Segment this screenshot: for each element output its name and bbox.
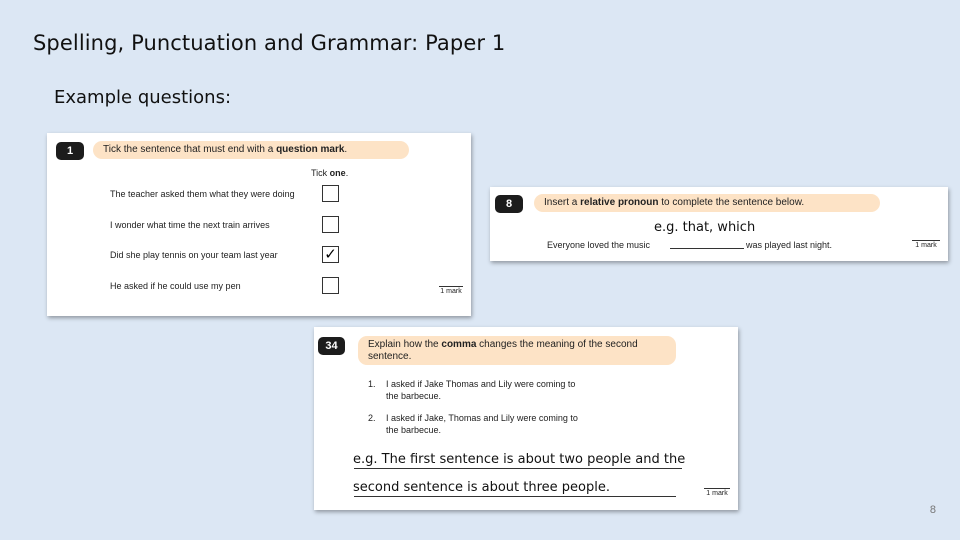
mark-label: 1 mark [704, 488, 730, 497]
tick-instruction-text: Tick [311, 168, 330, 178]
prompt-keyword: question mark [276, 144, 345, 155]
answer-text-line: e.g. The first sentence is about two peo… [353, 452, 686, 467]
option-checkbox[interactable] [322, 185, 339, 202]
prompt-keyword: relative pronoun [580, 197, 659, 208]
example-sentence-line: the barbecue. [386, 425, 442, 435]
mark-label: 1 mark [912, 240, 940, 249]
prompt-text: Insert a [544, 197, 581, 208]
option-checkbox[interactable] [322, 277, 339, 294]
sentence-end: was played last night. [746, 240, 833, 250]
answer-note: e.g. that, which [654, 220, 756, 235]
question-prompt: Explain how the comma changes the meanin… [358, 336, 676, 365]
answer-text-line: second sentence is about three people. [353, 480, 610, 495]
answer-line[interactable] [354, 468, 682, 469]
question-8-card: 8 Insert a relative pronoun to complete … [490, 187, 948, 261]
tick-instruction: Tick one. [311, 168, 348, 178]
option-text: Did she play tennis on your team last ye… [110, 250, 278, 260]
example-number: 1. [368, 379, 376, 389]
page-number: 8 [929, 504, 936, 516]
sentence-start: Everyone loved the music [547, 240, 651, 250]
prompt-keyword: comma [441, 339, 477, 350]
prompt-text-end: . [344, 144, 348, 155]
prompt-text: Tick the sentence that must end with a [103, 144, 277, 155]
answer-line[interactable] [354, 496, 676, 497]
question-number-badge: 34 [318, 337, 345, 355]
option-text: The teacher asked them what they were do… [110, 189, 295, 199]
tick-instruction-end: . [345, 168, 349, 178]
mark-label: 1 mark [439, 286, 463, 295]
question-prompt: Tick the sentence that must end with a q… [93, 141, 409, 159]
option-checkbox[interactable]: ✓ [322, 246, 339, 263]
example-sentence-line: I asked if Jake, Thomas and Lily were co… [386, 413, 578, 423]
prompt-text-end: to complete the sentence below. [658, 197, 805, 208]
option-text: I wonder what time the next train arrive… [110, 220, 270, 230]
question-1-card: 1 Tick the sentence that must end with a… [47, 133, 471, 316]
tick-instruction-keyword: one [329, 168, 346, 178]
example-sentence-line: I asked if Jake Thomas and Lily were com… [386, 379, 576, 389]
example-sentence-line: the barbecue. [386, 391, 442, 401]
option-checkbox[interactable] [322, 216, 339, 233]
blank-answer-line[interactable] [670, 248, 744, 249]
question-34-card: 34 Explain how the comma changes the mea… [314, 327, 738, 510]
question-number-badge: 8 [495, 195, 523, 213]
question-number-badge: 1 [56, 142, 84, 160]
prompt-text: Explain how the [368, 339, 442, 350]
question-prompt: Insert a relative pronoun to complete th… [534, 194, 880, 212]
slide-title: Spelling, Punctuation and Grammar: Paper… [33, 31, 506, 55]
example-number: 2. [368, 413, 376, 423]
slide-subtitle: Example questions: [54, 87, 232, 108]
option-text: He asked if he could use my pen [110, 281, 241, 291]
